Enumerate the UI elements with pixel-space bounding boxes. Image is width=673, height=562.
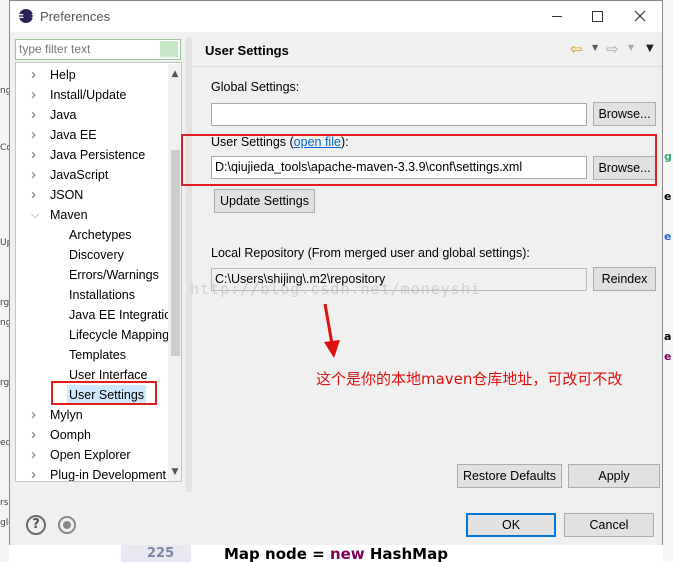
tree-item-label: JavaScript [50, 168, 109, 182]
dialog-footer: ? OK Cancel [10, 492, 662, 545]
global-settings-field[interactable] [211, 103, 587, 126]
tree-item-label: Open Explorer [50, 448, 131, 462]
annotation-text: 这个是你的本地maven仓库地址，可改可不改 [316, 370, 623, 388]
chevron-right-icon[interactable]: › [31, 85, 41, 105]
tree-item-label: Java Persistence [50, 148, 146, 162]
tree-item-label: Discovery [69, 248, 124, 262]
apply-button[interactable]: Apply [568, 464, 660, 488]
eclipse-app-icon [19, 9, 33, 23]
chevron-down-icon[interactable]: ⌵ [31, 205, 41, 225]
minimize-icon[interactable] [537, 1, 577, 32]
tree-item-label: Maven [50, 208, 88, 222]
user-settings-highlight [181, 134, 657, 186]
tree-item-label: Install/Update [50, 88, 127, 102]
forward-dropdown-icon[interactable]: ▼ [628, 43, 634, 52]
back-arrow-icon[interactable]: ⇦ [570, 41, 588, 57]
tree-item-label: Lifecycle Mapping [69, 328, 170, 342]
tree-item-label: JSON [50, 188, 84, 202]
tree-item-label: Java EE Integration [69, 308, 179, 322]
preferences-dialog: Preferences type filter text › Help › Insta… [9, 0, 663, 545]
page-header: User Settings ⇦ ▼ ⇨ ▼ ▼ [193, 34, 662, 67]
chevron-right-icon[interactable]: › [31, 105, 41, 125]
line-number: 225 [147, 546, 175, 561]
tree-item-label: Templates [69, 348, 126, 362]
tree-item-label: Archetypes [69, 228, 132, 242]
tree-item-label: Java EE [50, 128, 97, 142]
chevron-right-icon[interactable]: › [31, 405, 41, 425]
view-menu-icon[interactable]: ▼ [646, 43, 654, 54]
chevron-right-icon[interactable]: › [31, 165, 41, 185]
editor-line-number-gutter: 225 [121, 545, 191, 562]
import-export-icon[interactable] [58, 516, 76, 534]
tree-scrollbar[interactable]: ▲ ▼ [168, 64, 181, 481]
tree-item-label: Help [50, 68, 76, 82]
tree-item-label: Mylyn [50, 408, 83, 422]
scroll-down-icon[interactable]: ▼ [168, 464, 181, 480]
global-settings-label: Global Settings: [211, 80, 300, 94]
tree-item-label: Java [50, 108, 77, 122]
page-title: User Settings [205, 43, 289, 58]
tree-item-label: Errors/Warnings [69, 268, 159, 282]
background-editor-bottom: 225 Map node = new HashMap [9, 545, 663, 562]
watermark: http://blog.csdn.net/moneyshi [190, 280, 481, 298]
scrollbar-thumb[interactable] [171, 150, 180, 356]
background-editor-right: ge eae [663, 0, 673, 562]
chevron-right-icon[interactable]: › [31, 145, 41, 165]
reindex-button[interactable]: Reindex [593, 267, 656, 291]
local-repository-label: Local Repository (From merged user and g… [211, 246, 530, 260]
annotation-arrow-icon [323, 303, 340, 358]
close-icon[interactable] [620, 1, 660, 32]
title-bar[interactable]: Preferences [10, 1, 662, 32]
filter-input[interactable]: type filter text [15, 39, 181, 60]
background-editor-left: ngCoUp rgngrg edrsgle [0, 0, 9, 562]
chevron-right-icon[interactable]: › [31, 445, 41, 465]
cancel-button[interactable]: Cancel [564, 513, 654, 537]
tree-item-label: Plug-in Development [50, 468, 167, 482]
scroll-up-icon[interactable]: ▲ [168, 66, 181, 82]
chevron-right-icon[interactable]: › [31, 185, 41, 205]
window-title: Preferences [40, 9, 111, 24]
editor-code-line: Map node = new HashMap [224, 545, 448, 562]
back-dropdown-icon[interactable]: ▼ [592, 43, 598, 52]
forward-arrow-icon[interactable]: ⇨ [606, 41, 624, 57]
preference-tree[interactable]: › Help › Install/Update › Java › Java EE › Java P… [15, 62, 182, 482]
panel-sash[interactable] [186, 37, 192, 492]
chevron-right-icon[interactable]: › [31, 425, 41, 445]
tree-item-label: Installations [69, 288, 136, 302]
ok-button[interactable]: OK [466, 513, 556, 537]
maximize-icon[interactable] [577, 1, 617, 32]
clear-filter-icon[interactable] [160, 41, 178, 57]
tree-selection-highlight [51, 381, 157, 405]
tree-item-label: Oomph [50, 428, 91, 442]
help-icon[interactable]: ? [26, 515, 46, 535]
chevron-right-icon[interactable]: › [31, 65, 41, 85]
restore-defaults-button[interactable]: Restore Defaults [457, 464, 562, 488]
global-browse-button[interactable]: Browse... [593, 102, 656, 126]
update-settings-button[interactable]: Update Settings [214, 189, 315, 213]
chevron-right-icon[interactable]: › [31, 465, 41, 481]
chevron-right-icon[interactable]: › [31, 125, 41, 145]
